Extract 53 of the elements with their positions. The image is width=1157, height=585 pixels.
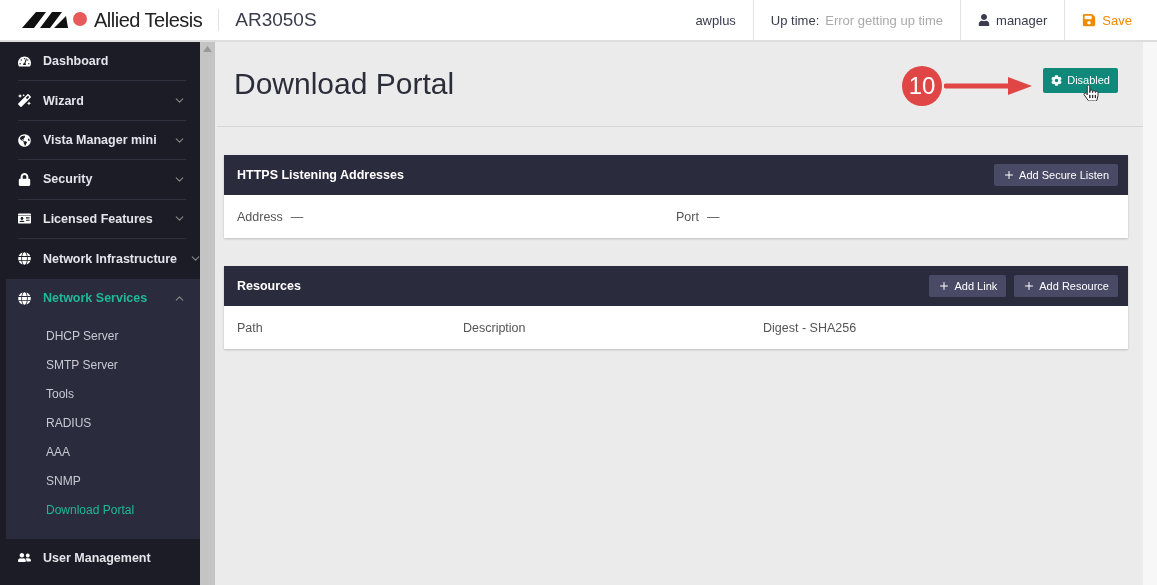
sidebar-item[interactable]: Vista Manager mini xyxy=(6,120,200,161)
add-button[interactable]: Add Link xyxy=(929,275,1007,297)
field-label: Port xyxy=(676,209,699,224)
uptime-value: Error getting up time xyxy=(825,12,944,28)
scroll-up-icon[interactable] xyxy=(203,46,212,52)
plus-icon xyxy=(1003,169,1016,181)
panel-title: HTTPS Listening Addresses xyxy=(237,168,405,182)
hostname: awplus xyxy=(695,12,736,28)
user-name[interactable]: manager xyxy=(996,12,1048,28)
globe-icon xyxy=(18,133,31,147)
hand-pointer-icon xyxy=(1083,85,1099,101)
field-label: Address xyxy=(237,209,283,224)
sidebar-item[interactable]: Wizard xyxy=(6,81,200,121)
lock-icon xyxy=(18,172,31,186)
plus-icon xyxy=(938,280,951,292)
plus-icon xyxy=(1023,280,1036,292)
sidebar-subitem[interactable]: RADIUS xyxy=(6,408,200,438)
panel-title: Resources xyxy=(237,279,302,293)
gauge-icon xyxy=(18,54,31,68)
sidebar-item[interactable]: Network Services xyxy=(6,278,200,318)
uptime-label: Up time: xyxy=(770,12,820,28)
column-header: Description xyxy=(463,320,527,335)
globe-icon xyxy=(18,291,31,305)
sidebar-item[interactable]: Security xyxy=(6,160,200,200)
sidebar-subitem[interactable]: SMTP Server xyxy=(6,350,200,380)
globe-icon xyxy=(18,252,31,266)
gear-icon xyxy=(1051,74,1063,86)
users-icon xyxy=(18,551,31,565)
brand-name: Allied Telesis xyxy=(94,8,203,32)
field-value: — xyxy=(290,209,304,224)
save-icon xyxy=(1082,13,1097,27)
add-button[interactable]: Add Secure Listen xyxy=(994,164,1118,186)
sidebar-subitem[interactable]: Download Portal xyxy=(6,495,200,525)
card-icon xyxy=(18,212,31,226)
arrow-icon xyxy=(944,76,1034,96)
user-icon xyxy=(978,14,991,26)
sidebar-subitem[interactable]: AAA xyxy=(6,437,200,467)
sidebar-subitem[interactable]: Tools xyxy=(6,379,200,409)
sidebar-item[interactable]: Network Infrastructure xyxy=(6,239,200,279)
status-button[interactable]: Disabled xyxy=(1043,67,1118,93)
step-badge: 10 xyxy=(902,66,942,106)
device-name: AR3050S xyxy=(218,9,317,31)
column-header: Digest - SHA256 xyxy=(763,320,858,335)
logo-icon xyxy=(22,12,88,28)
sidebar-item[interactable]: Licensed Features xyxy=(6,199,200,240)
page-title: Download Portal xyxy=(234,67,455,101)
add-button[interactable]: Add Resource xyxy=(1014,275,1118,297)
sidebar-subitem[interactable]: DHCP Server xyxy=(6,321,200,351)
sidebar-subitem[interactable]: SNMP xyxy=(6,466,200,496)
field-value: — xyxy=(706,209,720,224)
column-header: Path xyxy=(237,320,264,335)
wand-icon xyxy=(18,94,31,108)
sidebar-item[interactable]: Dashboard xyxy=(6,42,200,82)
